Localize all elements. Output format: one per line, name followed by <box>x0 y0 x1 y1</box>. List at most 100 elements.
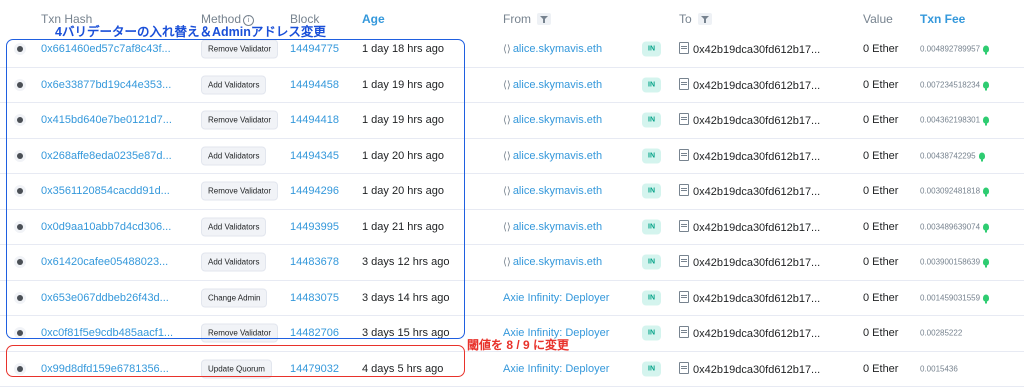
gas-bulb-icon <box>983 117 989 124</box>
document-icon <box>679 255 689 267</box>
col-to: To <box>679 12 712 26</box>
value-text: 0 Ether <box>863 256 898 268</box>
txn-fee: 0.0015436 <box>920 364 958 373</box>
document-icon <box>679 291 689 303</box>
from-link[interactable]: Axie Infinity: Deployer <box>503 292 609 304</box>
to-label: 0x42b19dca30fd612b17... <box>693 115 820 127</box>
direction-badge: IN <box>642 77 661 92</box>
document-icon <box>679 149 689 161</box>
contract-icon: ⟨⟩ <box>503 222 511 233</box>
to-label: 0x42b19dca30fd612b17... <box>693 293 820 305</box>
to-address[interactable]: 0x42b19dca30fd612b17... <box>679 42 820 56</box>
gas-bulb-icon <box>983 223 989 230</box>
value-text: 0 Ether <box>863 79 898 91</box>
direction-badge: IN <box>642 255 661 270</box>
value-text: 0 Ether <box>863 221 898 233</box>
txn-fee: 0.004362198301 <box>920 116 989 125</box>
to-address[interactable]: 0x42b19dca30fd612b17... <box>679 255 820 269</box>
txn-fee: 0.003092481818 <box>920 187 989 196</box>
to-label: 0x42b19dca30fd612b17... <box>693 44 820 56</box>
fee-label: 0.004892789957 <box>920 45 980 54</box>
value-text: 0 Ether <box>863 185 898 197</box>
fee-label: 0.007234518234 <box>920 80 980 89</box>
document-icon <box>679 326 689 338</box>
contract-icon: ⟨⟩ <box>503 115 511 126</box>
from-label: alice.skymavis.eth <box>513 114 602 126</box>
gas-bulb-icon <box>983 259 989 266</box>
col-txn-fee[interactable]: Txn Fee <box>920 12 965 26</box>
direction-badge: IN <box>642 113 661 128</box>
direction-badge: IN <box>642 184 661 199</box>
from-link[interactable]: ⟨⟩alice.skymavis.eth <box>503 79 602 91</box>
fee-label: 0.0015436 <box>920 364 958 373</box>
fee-label: 0.003092481818 <box>920 187 980 196</box>
fee-label: 0.00438742295 <box>920 151 976 160</box>
txn-fee: 0.00285222 <box>920 329 962 338</box>
col-from: From <box>503 12 551 26</box>
direction-badge: IN <box>642 42 661 57</box>
gas-bulb-icon <box>983 46 989 53</box>
fee-label: 0.00285222 <box>920 329 962 338</box>
document-icon <box>679 184 689 196</box>
to-address[interactable]: 0x42b19dca30fd612b17... <box>679 149 820 163</box>
document-icon <box>679 42 689 54</box>
to-label: 0x42b19dca30fd612b17... <box>693 257 820 269</box>
from-label: alice.skymavis.eth <box>513 79 602 91</box>
fee-label: 0.004362198301 <box>920 116 980 125</box>
value-text: 0 Ether <box>863 363 898 375</box>
gas-bulb-icon <box>983 188 989 195</box>
txn-fee: 0.004892789957 <box>920 45 989 54</box>
direction-badge: IN <box>642 326 661 341</box>
to-address[interactable]: 0x42b19dca30fd612b17... <box>679 220 820 234</box>
from-label: Axie Infinity: Deployer <box>503 363 609 375</box>
contract-icon: ⟨⟩ <box>503 44 511 55</box>
to-address[interactable]: 0x42b19dca30fd612b17... <box>679 78 820 92</box>
to-address[interactable]: 0x42b19dca30fd612b17... <box>679 326 820 340</box>
from-link[interactable]: ⟨⟩alice.skymavis.eth <box>503 150 602 162</box>
from-link[interactable]: ⟨⟩alice.skymavis.eth <box>503 185 602 197</box>
to-label: 0x42b19dca30fd612b17... <box>693 80 820 92</box>
filter-icon[interactable] <box>537 13 551 25</box>
value-text: 0 Ether <box>863 292 898 304</box>
to-label: 0x42b19dca30fd612b17... <box>693 151 820 163</box>
filter-icon[interactable] <box>698 13 712 25</box>
fee-label: 0.003489639074 <box>920 222 980 231</box>
to-label: 0x42b19dca30fd612b17... <box>693 364 820 376</box>
annotation-blue: 4バリデーターの入れ替え＆Adminアドレス変更 <box>55 21 326 40</box>
to-address[interactable]: 0x42b19dca30fd612b17... <box>679 291 820 305</box>
gas-bulb-icon <box>979 152 985 159</box>
from-link[interactable]: ⟨⟩alice.skymavis.eth <box>503 256 602 268</box>
to-address[interactable]: 0x42b19dca30fd612b17... <box>679 362 820 376</box>
txn-fee: 0.00438742295 <box>920 151 985 160</box>
from-label: alice.skymavis.eth <box>513 43 602 55</box>
from-link[interactable]: Axie Infinity: Deployer <box>503 363 609 375</box>
direction-badge: IN <box>642 219 661 234</box>
annotation-box-red <box>6 345 465 377</box>
col-value: Value <box>863 12 893 26</box>
value-text: 0 Ether <box>863 327 898 339</box>
value-text: 0 Ether <box>863 43 898 55</box>
gas-bulb-icon <box>983 81 989 88</box>
txn-fee: 0.003900158639 <box>920 258 989 267</box>
from-link[interactable]: ⟨⟩alice.skymavis.eth <box>503 43 602 55</box>
annotation-box-blue <box>6 39 465 339</box>
document-icon <box>679 113 689 125</box>
contract-icon: ⟨⟩ <box>503 257 511 268</box>
document-icon <box>679 220 689 232</box>
to-label: 0x42b19dca30fd612b17... <box>693 222 820 234</box>
annotation-red: 閾値を 8 / 9 に変更 <box>467 336 569 353</box>
from-label: alice.skymavis.eth <box>513 256 602 268</box>
col-age[interactable]: Age <box>362 12 385 26</box>
contract-icon: ⟨⟩ <box>503 151 511 162</box>
from-link[interactable]: ⟨⟩alice.skymavis.eth <box>503 114 602 126</box>
fee-label: 0.001459031559 <box>920 293 980 302</box>
from-label: alice.skymavis.eth <box>513 221 602 233</box>
direction-badge: IN <box>642 148 661 163</box>
from-link[interactable]: ⟨⟩alice.skymavis.eth <box>503 221 602 233</box>
to-address[interactable]: 0x42b19dca30fd612b17... <box>679 113 820 127</box>
value-text: 0 Ether <box>863 150 898 162</box>
txn-fee: 0.003489639074 <box>920 222 989 231</box>
txn-fee: 0.007234518234 <box>920 80 989 89</box>
txn-fee: 0.001459031559 <box>920 293 989 302</box>
to-address[interactable]: 0x42b19dca30fd612b17... <box>679 184 820 198</box>
